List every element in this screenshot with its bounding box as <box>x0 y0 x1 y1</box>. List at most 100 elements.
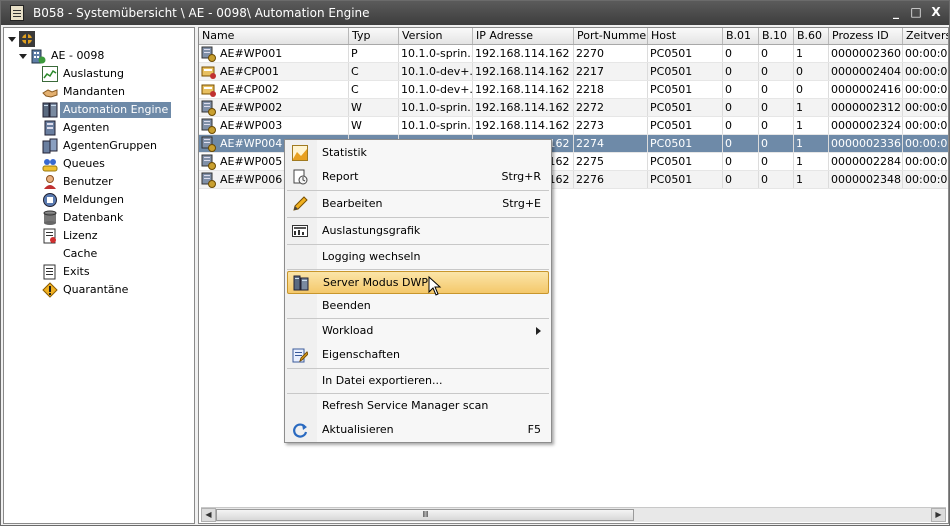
column-header-b60[interactable]: B.60 <box>794 28 829 44</box>
table-row[interactable]: AE#CP002 C 10.1.0-dev+... 192.168.114.162 22… <box>199 81 948 99</box>
tree-item-agentengruppen[interactable]: AgentenGruppen <box>42 137 160 155</box>
table-cell-b10: 0 <box>759 63 794 80</box>
table-row[interactable]: AE#CP001 C 10.1.0-dev+... 192.168.114.162 22… <box>199 63 948 81</box>
tree-item-benutzer[interactable]: Benutzer <box>42 173 116 191</box>
column-header-zeitversatz[interactable]: Zeitversatz <box>903 28 948 44</box>
column-header-name[interactable]: Name <box>199 28 349 44</box>
menu-item-refresh-service-manager[interactable]: Refresh Service Manager scan <box>287 395 549 417</box>
tree-item-label: Auslastung <box>63 67 124 80</box>
table-cell-name: AE#WP001 <box>199 45 349 62</box>
table-row[interactable]: AE#WP002 W 10.1.0-sprin... 192.168.114.162 2… <box>199 99 948 117</box>
tree-item-mandanten[interactable]: Mandanten <box>42 83 128 101</box>
tree-item-auslastung[interactable]: Auslastung <box>42 65 127 83</box>
process-name: AE#WP003 <box>220 119 283 132</box>
report-icon <box>292 169 308 185</box>
menu-item-eigenschaften[interactable]: Eigenschaften <box>287 344 549 366</box>
menu-item-report[interactable]: Report Strg+R <box>287 166 549 188</box>
table-cell-zeit: 00:00:0 <box>903 63 948 80</box>
table-cell-b10: 0 <box>759 135 794 152</box>
table-cell-typ: W <box>349 99 399 116</box>
grid-header: Name Typ Version IP Adresse Port-Nummer … <box>199 28 948 45</box>
column-header-b01[interactable]: B.01 <box>723 28 759 44</box>
table-cell-port: 2274 <box>574 135 648 152</box>
window-title: B058 - Systemübersicht \ AE - 0098\ Auto… <box>33 6 370 20</box>
cache-icon <box>42 246 58 262</box>
column-header-prozess-id[interactable]: Prozess ID <box>829 28 903 44</box>
table-cell-port: 2276 <box>574 171 648 188</box>
table-cell-pid: 0000002284 <box>831 153 903 170</box>
column-header-port[interactable]: Port-Nummer <box>574 28 648 44</box>
table-cell-ip: 192.168.114.162 <box>473 117 574 134</box>
tree-item-label: Cache <box>63 247 98 260</box>
column-header-typ[interactable]: Typ <box>349 28 399 44</box>
table-cell-name: AE#CP001 <box>199 63 349 80</box>
table-cell-port: 2218 <box>574 81 648 98</box>
menu-item-statistik[interactable]: Statistik <box>287 142 549 164</box>
table-cell-name: AE#WP002 <box>199 99 349 116</box>
tree-item-label: Exits <box>63 265 90 278</box>
menu-item-in-datei-exportieren[interactable]: In Datei exportieren... <box>287 370 549 392</box>
tree-item-automation-engine[interactable]: Automation Engine <box>42 101 172 119</box>
title-bar[interactable]: B058 - Systemübersicht \ AE - 0098\ Auto… <box>1 1 949 25</box>
table-cell-typ: C <box>349 81 399 98</box>
maximize-button[interactable]: □ <box>907 4 925 21</box>
table-cell-host: PC0501 <box>648 45 723 62</box>
scrollbar-thumb[interactable]: IIII <box>216 509 634 521</box>
column-header-ip[interactable]: IP Adresse <box>473 28 574 44</box>
table-cell-pid: 0000002360 <box>831 45 903 62</box>
tree-root[interactable] <box>7 30 43 48</box>
process-name: AE#WP001 <box>220 47 283 60</box>
table-cell-pid: 0000002416 <box>831 81 903 98</box>
column-header-b10[interactable]: B.10 <box>759 28 794 44</box>
tree-item-cache[interactable]: Cache <box>42 245 100 263</box>
menu-item-aktualisieren[interactable]: Aktualisieren F5 <box>287 419 549 441</box>
minimize-button[interactable]: _ <box>887 4 905 21</box>
tree-item-meldungen[interactable]: Meldungen <box>42 191 127 209</box>
table-row[interactable]: AE#WP003 W 10.1.0-sprin... 192.168.114.162 2… <box>199 117 948 135</box>
tree-item-exits[interactable]: Exits <box>42 263 93 281</box>
menu-separator <box>287 269 549 270</box>
quarantine-icon <box>42 282 58 298</box>
horizontal-scrollbar[interactable]: ◀ IIII ▶ <box>201 507 946 522</box>
load-graph-icon <box>292 223 308 239</box>
scroll-left-icon[interactable]: ◀ <box>201 508 216 522</box>
menu-item-auslastungsgrafik[interactable]: Auslastungsgrafik <box>287 220 549 242</box>
tree-item-agenten[interactable]: Agenten <box>42 119 112 137</box>
table-cell-port: 2272 <box>574 99 648 116</box>
table-row[interactable]: AE#WP001 P 10.1.0-sprin... 192.168.114.162 2… <box>199 45 948 63</box>
menu-item-beenden[interactable]: Beenden <box>287 295 549 317</box>
tree-item-datenbank[interactable]: Datenbank <box>42 209 126 227</box>
tree-item-system[interactable]: AE - 0098 <box>18 47 107 65</box>
table-cell-zeit: 00:00:0 <box>903 99 948 116</box>
table-cell-version: 10.1.0-sprin... <box>401 117 473 134</box>
submenu-arrow-icon <box>536 327 541 335</box>
table-cell-port: 2217 <box>574 63 648 80</box>
tree-item-label: Benutzer <box>63 175 113 188</box>
license-icon <box>42 228 58 244</box>
table-cell-host: PC0501 <box>648 153 723 170</box>
menu-item-server-modus-dwp[interactable]: Server Modus DWP <box>287 271 549 294</box>
menu-item-bearbeiten[interactable]: Bearbeiten Strg+E <box>287 193 549 215</box>
menu-item-logging-wechseln[interactable]: Logging wechseln <box>287 246 549 268</box>
tree-item-quarantaene[interactable]: Quarantäne <box>42 281 131 299</box>
table-cell-ip: 192.168.114.162 <box>473 45 574 62</box>
window-app-icon[interactable] <box>10 5 24 21</box>
menu-item-workload[interactable]: Workload <box>287 320 549 342</box>
table-cell-b01: 0 <box>723 45 759 62</box>
close-button[interactable]: X <box>927 4 945 21</box>
expand-arrow-icon[interactable] <box>18 52 27 61</box>
tree-item-queues[interactable]: Queues <box>42 155 108 173</box>
table-cell-b10: 0 <box>759 153 794 170</box>
column-header-host[interactable]: Host <box>648 28 723 44</box>
chart-icon <box>42 66 58 82</box>
column-header-version[interactable]: Version <box>399 28 473 44</box>
menu-separator <box>287 244 549 245</box>
scroll-right-icon[interactable]: ▶ <box>931 508 946 522</box>
tree-item-lizenz[interactable]: Lizenz <box>42 227 100 245</box>
process-icon <box>201 118 216 134</box>
table-cell-typ: P <box>349 45 399 62</box>
pencil-icon <box>292 196 308 212</box>
tree-item-label: Queues <box>63 157 105 170</box>
expand-arrow-icon[interactable] <box>7 35 16 44</box>
tree-item-label: Datenbank <box>63 211 124 224</box>
